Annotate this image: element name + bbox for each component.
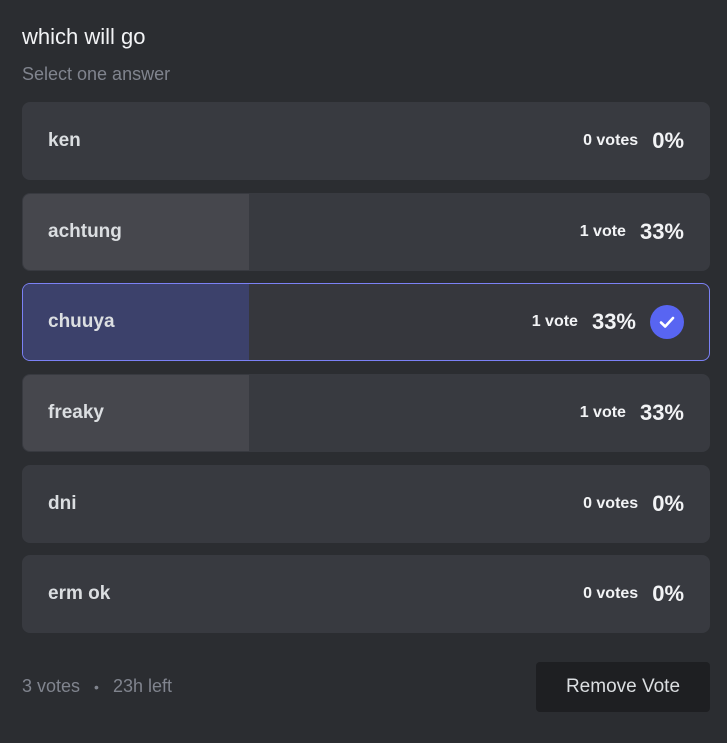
answer-stats: 0 votes 0% [583,103,684,179]
answer-option[interactable]: achtung 1 vote 33% [22,192,710,271]
poll-question: which will go [22,24,146,49]
separator-dot: • [94,678,99,695]
answer-stats: 1 vote 33% [532,284,684,360]
poll-hint: Select one answer [22,64,171,84]
answer-option[interactable]: freaky 1 vote 33% [22,374,710,453]
answer-vote-count: 0 votes [583,132,639,149]
poll-card: which will go Select one answer ken 0 vo… [0,0,727,743]
remove-vote-button[interactable]: Remove Vote [536,662,710,712]
total-votes: 3 votes [22,676,81,696]
answer-percent: 0% [652,581,684,607]
answer-vote-count: 0 votes [583,585,639,603]
answer-list: ken 0 votes 0% achtung 1 vote 33% chuuya… [22,102,710,646]
poll-footer-meta: 3 votes • 23h left [22,676,172,697]
answer-option-selected[interactable]: chuuya 1 vote 33% [22,283,710,362]
answer-vote-count: 1 vote [579,404,626,422]
answer-label: achtung [48,220,122,242]
answer-vote-count: 1 vote [531,313,578,331]
answer-stats: 0 votes 0% [583,466,684,542]
answer-label: chuuya [48,311,115,333]
answer-label: ken [48,130,81,151]
answer-option[interactable]: erm ok 0 votes 0% [22,555,710,634]
check-icon [650,305,684,340]
answer-vote-count: 0 votes [583,494,639,512]
answer-option[interactable]: ken 0 votes 0% [22,102,710,180]
answer-percent: 33% [639,400,684,426]
answer-label: dni [48,492,77,514]
time-left: 23h left [112,676,172,696]
answer-label: erm ok [48,583,111,605]
answer-percent: 33% [591,309,636,335]
answer-stats: 1 vote 33% [580,194,684,270]
answer-option[interactable]: dni 0 votes 0% [22,464,710,543]
answer-percent: 0% [652,128,684,153]
answer-percent: 33% [639,218,684,244]
answer-stats: 1 vote 33% [580,375,684,451]
answer-percent: 0% [652,490,684,516]
answer-stats: 0 votes 0% [583,556,684,632]
answer-label: freaky [48,402,104,424]
answer-vote-count: 1 vote [579,222,626,240]
